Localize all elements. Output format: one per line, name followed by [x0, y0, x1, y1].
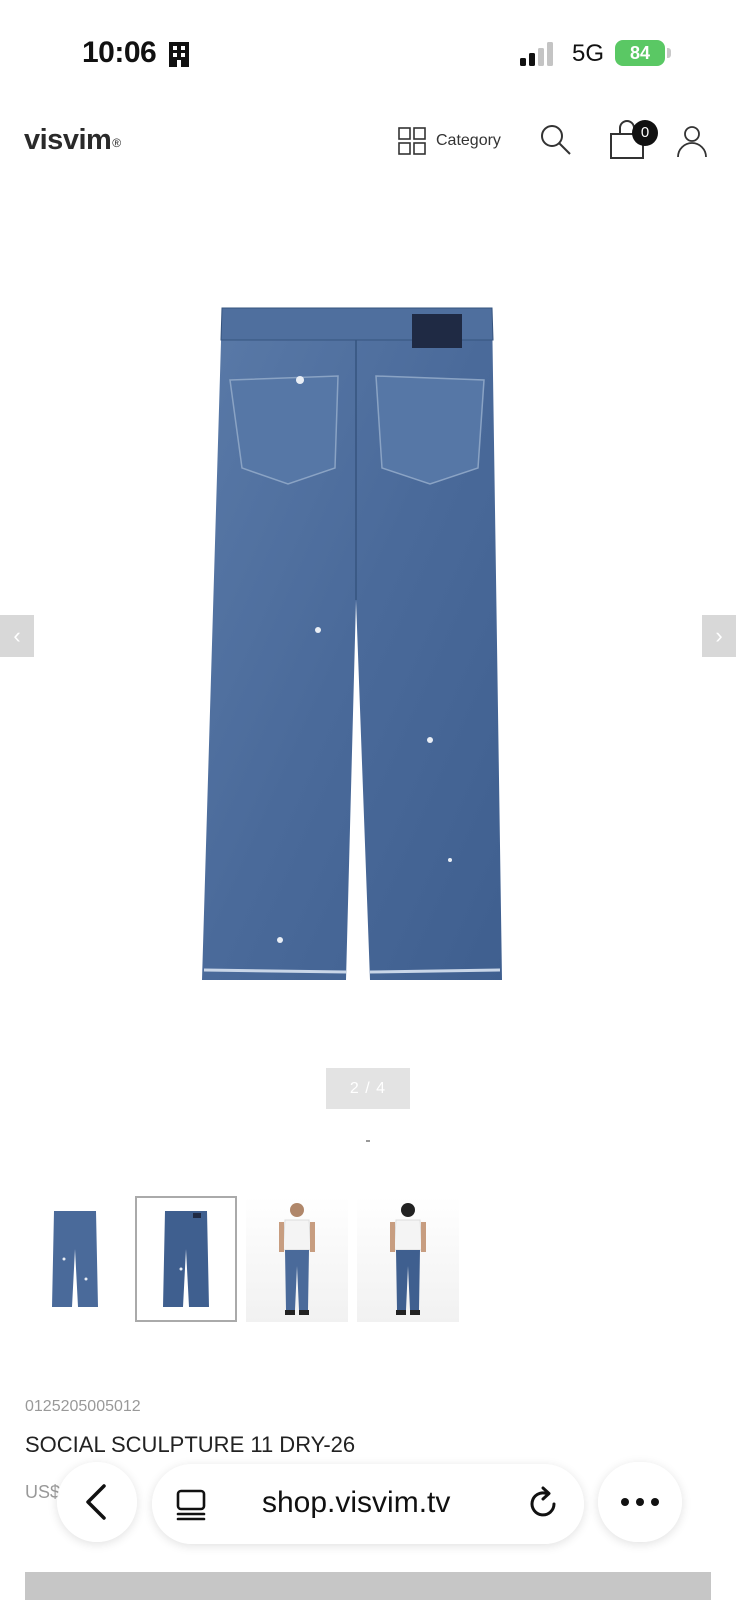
status-bar: 10:06 5G 84 [0, 0, 736, 100]
logo-mark: ® [112, 136, 121, 150]
browser-more-button[interactable] [598, 1462, 682, 1542]
image-counter: 2 / 4 [326, 1068, 410, 1109]
category-label: Category [436, 132, 501, 149]
thumbnail-jeans-back[interactable] [135, 1196, 237, 1322]
browser-back-button[interactable] [57, 1462, 137, 1542]
jeans-front-image [52, 1211, 98, 1307]
battery-indicator: 84 [615, 40, 665, 66]
product-main-image[interactable] [190, 300, 530, 1000]
more-dots-icon [621, 1498, 659, 1506]
signal-icon [520, 42, 553, 66]
site-header: visvim® Category [0, 110, 736, 170]
chevron-left-icon [86, 1484, 106, 1520]
chevron-left-icon: ‹ [13, 623, 21, 648]
network-type: 5G [572, 40, 605, 67]
search-icon[interactable] [540, 124, 572, 156]
thumbnail-model-back[interactable] [357, 1196, 459, 1322]
product-gallery: ‹ › [0, 190, 736, 1120]
battery-level: 84 [629, 43, 651, 63]
product-code: 0125205005012 [25, 1398, 141, 1415]
thumbnail-jeans-front[interactable] [24, 1196, 126, 1322]
add-to-cart-bar[interactable] [25, 1572, 711, 1600]
previous-image-button[interactable]: ‹ [0, 615, 34, 657]
url-text[interactable]: shop.visvim.tv [262, 1486, 450, 1520]
chevron-right-icon: › [715, 623, 723, 648]
battery-tip [667, 48, 671, 58]
status-time: 10:06 [82, 36, 157, 69]
model-back-image [390, 1203, 426, 1315]
model-front-image [279, 1203, 315, 1315]
product-price: US$ [25, 1482, 61, 1502]
thumbnail-model-front[interactable] [246, 1196, 348, 1322]
logo[interactable]: visvim® [24, 124, 121, 157]
grid-icon [398, 127, 426, 155]
reload-icon[interactable] [526, 1486, 562, 1522]
next-image-button[interactable]: › [702, 615, 736, 657]
category-button[interactable]: Category [398, 126, 501, 156]
thumbnail-strip [24, 1196, 468, 1324]
logo-text: visvim [24, 124, 112, 156]
slider-indicator [366, 1140, 370, 1142]
jeans-back-image [163, 1211, 209, 1307]
product-name: SOCIAL SCULPTURE 11 DRY-26 [25, 1432, 356, 1457]
building-icon [169, 42, 189, 67]
browser-address-bar[interactable]: shop.visvim.tv [152, 1464, 584, 1544]
cart-count-badge: 0 [632, 120, 658, 146]
user-icon[interactable] [676, 124, 708, 158]
tab-overview-icon[interactable] [174, 1488, 208, 1522]
